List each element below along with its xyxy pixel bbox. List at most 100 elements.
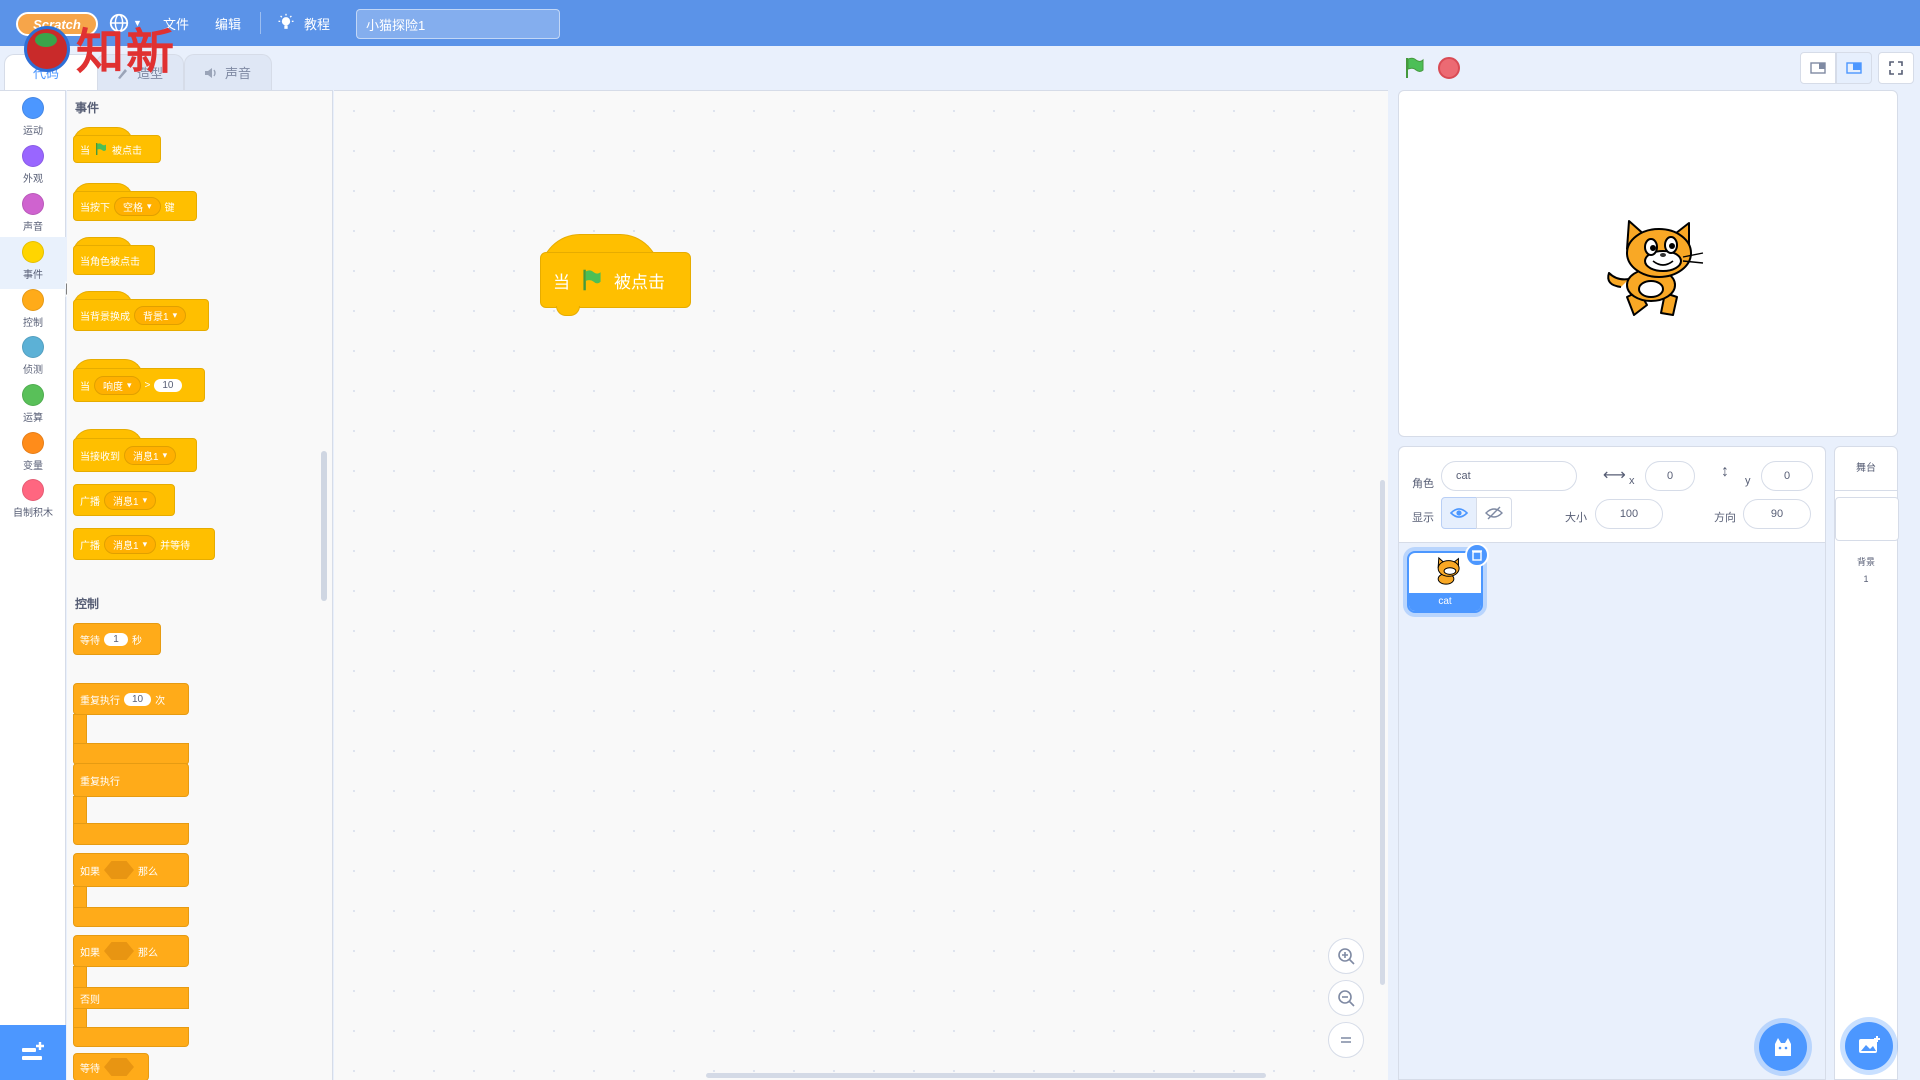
show-visible-button[interactable] [1441, 497, 1477, 529]
message-dropdown[interactable]: 消息1 [124, 445, 177, 465]
eye-hidden-icon [1485, 506, 1503, 520]
project-title-input[interactable]: 小猫探险1 [356, 9, 560, 39]
block-when-key-pressed[interactable]: 当按下 空格 键 [73, 191, 197, 221]
wait-seconds-input[interactable]: 1 [104, 632, 128, 646]
block-broadcast[interactable]: 广播 消息1 [73, 484, 175, 516]
message-dropdown[interactable]: 消息1 [104, 534, 157, 554]
c-block-arm [73, 714, 87, 744]
block-wait[interactable]: 等待 1 秒 [73, 623, 161, 655]
direction-input[interactable]: 90 [1743, 499, 1811, 529]
backdrop-dropdown[interactable]: 背景1 [134, 305, 187, 325]
show-hidden-button[interactable] [1476, 497, 1512, 529]
category-sound[interactable]: 声音 [0, 193, 66, 237]
zoom-out-button[interactable] [1328, 980, 1364, 1016]
workspace-vertical-scrollbar[interactable] [1380, 480, 1385, 985]
key-dropdown[interactable]: 空格 [114, 196, 161, 216]
backdrop-thumbnail[interactable] [1835, 497, 1899, 541]
block-broadcast-and-wait[interactable]: 广播 消息1 并等待 [73, 528, 215, 560]
stage[interactable] [1398, 90, 1898, 437]
workspace-horizontal-scrollbar[interactable] [706, 1073, 1266, 1078]
menu-divider [260, 12, 261, 34]
green-flag-icon [583, 269, 601, 291]
zoom-in-button[interactable] [1328, 938, 1364, 974]
direction-label: 方向 [1714, 512, 1736, 524]
trash-icon [1472, 550, 1482, 561]
sensor-dropdown[interactable]: 响度 [94, 375, 141, 395]
eye-icon [1450, 508, 1468, 518]
category-sensing[interactable]: 侦测 [0, 336, 66, 380]
block-forever[interactable]: 重复执行 [73, 763, 189, 797]
c-block-arm [73, 1008, 87, 1028]
condition-slot[interactable] [104, 942, 134, 960]
variables-dot-icon [22, 432, 44, 454]
block-palette: 事件 当 被点击 当按下 空格 键 当角色被点击 当背景换成 背景1 当 响度 … [67, 90, 333, 1080]
condition-slot[interactable] [104, 1058, 134, 1076]
backdrop-label: 背景 [1856, 557, 1875, 567]
block-repeat[interactable]: 重复执行 10 次 [73, 683, 189, 715]
events-dot-icon [22, 241, 44, 263]
horizontal-arrows-icon: ⟷ [1603, 467, 1626, 484]
c-block-foot [73, 743, 189, 765]
delete-sprite-button[interactable] [1465, 543, 1489, 567]
category-control[interactable]: 控制 [0, 289, 66, 333]
stop-button[interactable] [1438, 57, 1460, 79]
category-motion[interactable]: 运动 [0, 97, 66, 141]
condition-slot[interactable] [104, 861, 134, 879]
message-dropdown[interactable]: 消息1 [104, 490, 157, 510]
y-label: y [1745, 475, 1751, 487]
green-flag-icon[interactable] [1402, 56, 1426, 80]
block-if-then[interactable]: 如果 那么 [73, 853, 189, 887]
motion-dot-icon [22, 97, 44, 119]
block-text: 并等待 [160, 540, 191, 552]
palette-heading-control: 控制 [75, 597, 100, 611]
small-stage-button[interactable] [1800, 52, 1836, 84]
sprite-name-input[interactable]: cat [1441, 461, 1577, 491]
block-text: 等待 [80, 635, 100, 647]
c-block-foot [73, 823, 189, 845]
stage-target-pane[interactable]: 舞台 背景 1 [1834, 446, 1899, 1080]
block-wait-until[interactable]: 等待 [73, 1053, 149, 1080]
block-text: 重复执行 [80, 695, 120, 707]
block-when-backdrop-switches[interactable]: 当背景换成 背景1 [73, 299, 209, 331]
block-text: 如果 [80, 947, 100, 959]
threshold-input[interactable]: 10 [154, 378, 182, 392]
add-sprite-button[interactable] [1759, 1023, 1807, 1071]
backdrop-count: 1 [1863, 574, 1869, 584]
fullscreen-button[interactable] [1878, 52, 1914, 84]
add-backdrop-button[interactable] [1845, 1022, 1893, 1070]
block-when-greater-than[interactable]: 当 响度 > 10 [73, 368, 205, 402]
script-when-flag-clicked[interactable]: 当 被点击 [540, 252, 691, 308]
cat-sprite-icon [1607, 220, 1704, 316]
block-if-else[interactable]: 如果 那么 [73, 935, 189, 967]
category-label: 自制积木 [13, 508, 53, 519]
category-my-blocks[interactable]: 自制积木 [0, 479, 66, 523]
zoom-out-icon [1338, 990, 1355, 1007]
category-looks[interactable]: 外观 [0, 145, 66, 189]
block-text: 广播 [80, 496, 100, 508]
sprite-info-panel: 角色 cat ⟷ x 0 ↕ y 0 显示 大小 100 方向 90 [1399, 447, 1825, 543]
add-extension-button[interactable] [0, 1025, 66, 1080]
category-variables[interactable]: 变量 [0, 432, 66, 476]
category-events[interactable]: 事件 [0, 237, 66, 289]
block-when-flag-clicked[interactable]: 当 被点击 [73, 135, 161, 163]
block-when-i-receive[interactable]: 当接收到 消息1 [73, 438, 197, 472]
looks-dot-icon [22, 145, 44, 167]
logo-text: 知新 [76, 24, 177, 80]
size-input[interactable]: 100 [1595, 499, 1663, 529]
menu-edit[interactable]: 编辑 [215, 0, 241, 46]
menu-tutorial[interactable]: 教程 [276, 0, 330, 46]
block-when-sprite-clicked[interactable]: 当角色被点击 [73, 245, 155, 275]
x-input[interactable]: 0 [1645, 461, 1695, 491]
palette-scrollbar[interactable] [321, 451, 327, 601]
zoom-reset-button[interactable] [1328, 1022, 1364, 1058]
normal-stage-button[interactable] [1836, 52, 1872, 84]
category-operators[interactable]: 运算 [0, 384, 66, 428]
block-text: 当 [553, 272, 570, 292]
lightbulb-icon [278, 13, 294, 29]
y-input[interactable]: 0 [1761, 461, 1813, 491]
script-workspace[interactable] [334, 90, 1388, 1080]
repeat-count-input[interactable]: 10 [124, 692, 152, 706]
logo[interactable]: Scratch 知新 [10, 8, 190, 80]
sprite-thumbnail-name: cat [1409, 593, 1481, 611]
tab-sound[interactable]: 声音 [184, 54, 272, 90]
